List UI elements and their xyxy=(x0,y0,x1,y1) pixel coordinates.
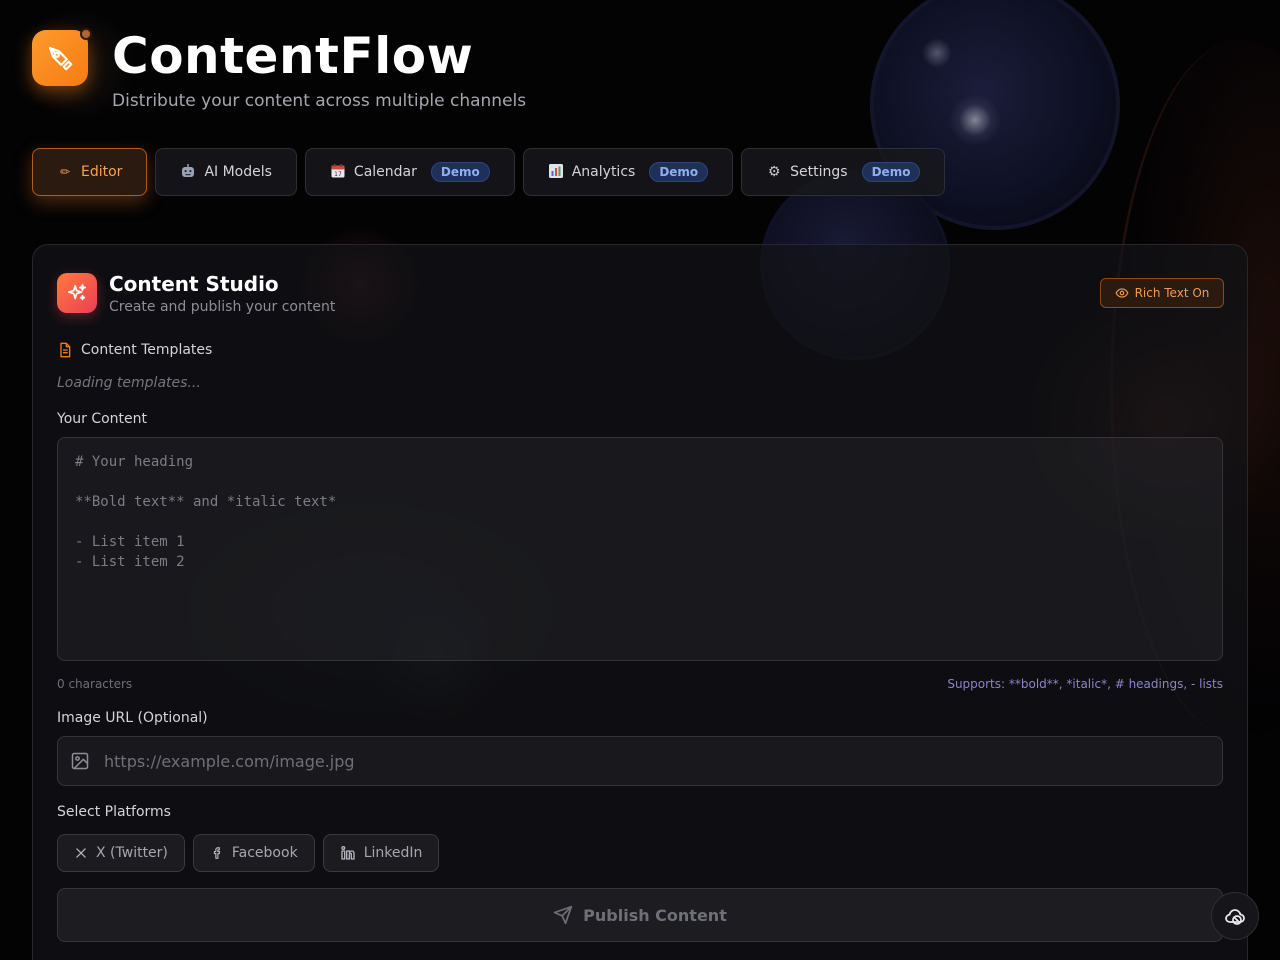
platform-label: Facebook xyxy=(231,845,298,861)
send-icon xyxy=(553,905,573,925)
tab-label: Analytics xyxy=(571,164,636,180)
linkedin-icon xyxy=(341,846,355,860)
floating-action-button[interactable] xyxy=(1211,892,1259,940)
platform-selector: X (Twitter) Facebook LinkedIn xyxy=(57,834,440,872)
eye-icon xyxy=(1115,288,1129,298)
cloud-off-icon xyxy=(1225,909,1245,925)
platform-twitter-button[interactable]: X (Twitter) xyxy=(57,834,185,872)
robot-icon xyxy=(180,163,196,182)
tab-label: Calendar xyxy=(353,164,417,180)
app-subtitle: Distribute your content across multiple … xyxy=(112,91,527,111)
studio-subtitle: Create and publish your content xyxy=(109,299,336,315)
rich-text-toggle[interactable]: Rich Text On xyxy=(1100,278,1224,308)
facebook-icon xyxy=(213,847,221,859)
templates-header: Content Templates xyxy=(57,342,212,358)
platforms-label: Select Platforms xyxy=(57,804,171,820)
rich-text-label: Rich Text On xyxy=(1134,286,1210,300)
pen-tool-icon xyxy=(48,46,73,71)
pencil-icon: ✏ xyxy=(59,165,71,179)
content-label: Your Content xyxy=(57,411,148,427)
publish-button[interactable]: Publish Content xyxy=(57,888,1223,942)
demo-badge: Demo xyxy=(430,162,490,182)
demo-badge: Demo xyxy=(649,162,709,182)
tab-ai-models[interactable]: AI Models xyxy=(155,148,297,196)
templates-label: Content Templates xyxy=(81,342,213,358)
character-count: 0 characters xyxy=(57,677,133,691)
gear-icon: ⚙ xyxy=(767,164,781,180)
platform-facebook-button[interactable]: Facebook xyxy=(192,834,315,872)
bar-chart-icon xyxy=(548,163,564,182)
content-editor[interactable]: # Your heading **Bold text** and *italic… xyxy=(57,437,1223,661)
image-icon xyxy=(71,752,89,770)
main-tabs: ✏ Editor AI Models 17 Calendar Demo Anal… xyxy=(32,148,946,196)
markdown-support-hint: Supports: **bold**, *italic*, # headings… xyxy=(947,677,1223,691)
tab-settings[interactable]: ⚙ Settings Demo xyxy=(741,148,946,196)
tab-calendar[interactable]: 17 Calendar Demo xyxy=(304,148,515,196)
tab-editor[interactable]: ✏ Editor xyxy=(32,148,148,196)
image-url-label: Image URL (Optional) xyxy=(57,710,208,726)
publish-label: Publish Content xyxy=(583,905,727,925)
x-icon xyxy=(76,848,86,858)
image-url-field[interactable] xyxy=(57,736,1223,786)
tab-label: AI Models xyxy=(204,164,272,180)
svg-text:17: 17 xyxy=(334,171,342,178)
image-url-input[interactable] xyxy=(104,751,1222,771)
platform-label: X (Twitter) xyxy=(96,845,168,861)
sparkles-icon xyxy=(57,273,97,313)
tab-label: Editor xyxy=(81,164,123,180)
platform-label: LinkedIn xyxy=(363,845,423,861)
demo-badge: Demo xyxy=(861,162,921,182)
status-dot xyxy=(80,28,92,40)
app-title: ContentFlow xyxy=(112,27,474,85)
content-studio-card: Content Studio Create and publish your c… xyxy=(32,244,1248,960)
tab-label: Settings xyxy=(790,164,848,180)
templates-loading-text: Loading templates... xyxy=(57,375,201,391)
file-text-icon xyxy=(60,342,71,358)
app-logo xyxy=(32,30,88,86)
tab-analytics[interactable]: Analytics Demo xyxy=(522,148,734,196)
platform-linkedin-button[interactable]: LinkedIn xyxy=(322,834,440,872)
calendar-icon: 17 xyxy=(330,163,346,182)
studio-title: Content Studio xyxy=(109,272,279,296)
